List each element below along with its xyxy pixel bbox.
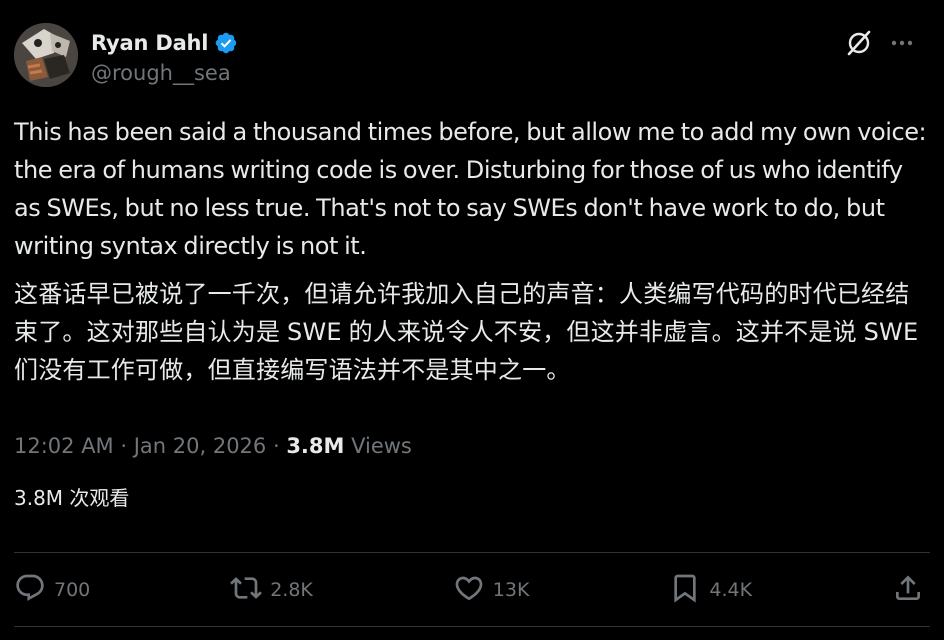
meta-separator: · [266, 434, 287, 458]
divider [14, 552, 930, 553]
like-button[interactable]: 13K [453, 572, 530, 609]
reply-icon [14, 572, 46, 609]
author-display-name[interactable]: Ryan Dahl [91, 31, 209, 55]
tweet-text-chinese-translation: 这番话早已被说了一千次，但请允许我加入自己的声音：人类编写代码的时代已经结束了。… [14, 280, 919, 384]
share-icon [892, 572, 924, 609]
repost-icon [230, 572, 263, 609]
like-count: 13K [492, 579, 530, 601]
bookmark-button[interactable]: 4.4K [669, 572, 752, 609]
verified-badge-icon[interactable] [214, 31, 238, 55]
grok-icon[interactable] [844, 28, 874, 58]
top-actions [844, 28, 916, 58]
divider [14, 626, 930, 627]
tweet-text-english: This has been said a thousand times befo… [14, 118, 927, 260]
tweet-meta: 12:02 AM · Jan 20, 2026 · 3.8M Views [14, 434, 412, 458]
views-label: Views [344, 434, 412, 458]
reply-button[interactable]: 700 [14, 572, 90, 609]
tweet-detail: Ryan Dahl @rough__sea This has been said… [0, 0, 944, 640]
action-bar: 700 2.8K 13K 4.4K [14, 568, 930, 612]
heart-icon [453, 572, 485, 609]
bookmark-icon [669, 572, 701, 609]
share-button[interactable] [892, 572, 924, 609]
tweet-body: This has been said a thousand times befo… [14, 113, 930, 389]
repost-button[interactable]: 2.8K [230, 572, 313, 609]
author-names: Ryan Dahl @rough__sea [91, 26, 238, 85]
more-dots-icon[interactable] [888, 29, 916, 57]
repost-count: 2.8K [270, 579, 313, 601]
bookmark-count: 4.4K [709, 579, 753, 601]
tweet-time[interactable]: 12:02 AM [14, 434, 114, 458]
reply-count: 700 [54, 579, 91, 601]
avatar[interactable] [14, 23, 78, 87]
author-handle[interactable]: @rough__sea [91, 61, 238, 85]
tweet-header: Ryan Dahl @rough__sea [14, 23, 238, 87]
tweet-date[interactable]: Jan 20, 2026 [134, 434, 267, 458]
translated-views: 3.8M 次观看 [14, 486, 130, 510]
views-count[interactable]: 3.8M [286, 434, 344, 458]
meta-separator: · [113, 434, 134, 458]
